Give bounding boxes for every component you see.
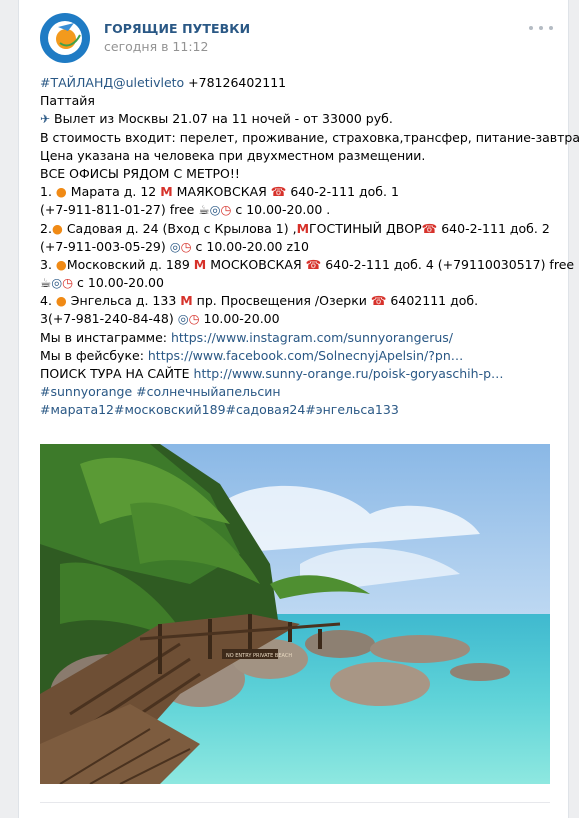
orange-logo-icon [41, 14, 89, 62]
more-options-button[interactable] [529, 20, 553, 36]
text-line: Мы в фейсбуке: https://www.facebook.com/… [40, 347, 560, 365]
dot-icon [549, 26, 553, 30]
facebook-link[interactable]: https://www.facebook.com/SolnecnyjApelsi… [148, 348, 463, 363]
group-name[interactable]: ГОРЯЩИЕ ПУТЕВКИ [104, 21, 250, 36]
text-fragment: Мы в фейсбуке: [40, 347, 148, 363]
text-line: (+7-911-811-01-27) free ☕◎◷ с 10.00-20.0… [40, 201, 560, 219]
text-fragment: Вылет из Москвы 21.07 на 11 ночей - от 3… [50, 111, 393, 127]
post-time[interactable]: сегодня в 11:12 [104, 39, 208, 54]
dot-icon [539, 26, 543, 30]
wifi-icon: ◎ [209, 202, 221, 218]
clock-icon: ◷ [180, 238, 192, 254]
phone-icon: ☎ [421, 220, 438, 236]
wifi-icon: ◎ [51, 275, 63, 291]
post-card: ГОРЯЩИЕ ПУТЕВКИ сегодня в 11:12 #ТАЙЛАНД… [18, 0, 579, 818]
text-fragment: 640-2-111 доб. 4 (+79110030517) free [321, 256, 575, 272]
metro-icon: M [193, 256, 207, 272]
clock-icon: ◷ [220, 202, 232, 218]
hashtag-link[interactable]: #ТАЙЛАНД@uletivleto [40, 75, 184, 90]
text-fragment: Московский д. 189 [66, 256, 194, 272]
wifi-icon: ◎ [177, 311, 189, 327]
text-line: 3(+7-981-240-84-48) ◎◷ 10.00-20.00 [40, 310, 560, 328]
text-line: Мы в инстаграмме: https://www.instagram.… [40, 329, 560, 347]
text-fragment: 640-2-111 доб. 2 [437, 220, 550, 236]
text-fragment: МОСКОВСКАЯ [206, 256, 306, 272]
coffee-icon: ☕ [40, 275, 52, 291]
metro-icon: M [180, 293, 193, 309]
text-fragment: 10.00-20.00 [199, 311, 280, 327]
text-fragment: 3. [40, 256, 56, 272]
text-fragment: ГОСТИНЫЙ ДВОР [309, 220, 422, 236]
text-line: Паттайя [40, 93, 95, 109]
text-fragment: Энгельса д. 133 [66, 293, 181, 309]
phone-text: +78126402111 [184, 75, 287, 90]
text-line: ☕◎◷ с 10.00-20.00 [40, 274, 560, 292]
phone-icon: ☎ [270, 184, 287, 200]
text-fragment: Марата д. 12 [66, 184, 161, 200]
text-fragment: ПОИСК ТУРА НА САЙТЕ [40, 366, 194, 381]
text-fragment: (+7-911-003-05-29) [40, 238, 170, 254]
text-fragment: 2. [40, 220, 52, 236]
text-line: ПОИСК ТУРА НА САЙТЕ http://www.sunny-ora… [40, 365, 560, 383]
text-fragment: 6402111 доб. [386, 293, 479, 309]
orange-icon: ● [51, 220, 63, 236]
text-fragment: с 10.00-20.00 . [231, 202, 331, 218]
metro-icon: M [160, 184, 173, 200]
text-fragment: с 10.00-20.00 z10 [191, 238, 309, 254]
instagram-link[interactable]: https://www.instagram.com/sunnyorangerus… [171, 330, 453, 345]
airplane-icon: ✈ [40, 112, 51, 127]
post-divider [40, 802, 550, 803]
group-avatar[interactable] [40, 13, 90, 63]
phone-icon: ☎ [305, 256, 322, 272]
text-fragment: Садовая д. 24 (Вход с Крылова 1) , [62, 220, 297, 236]
beach-photo-image: NO ENTRY PRIVATE BEACH [40, 444, 550, 784]
dot-icon [529, 26, 533, 30]
text-line: Цена указана на человека при двухместном… [40, 147, 426, 163]
text-fragment: 640-2-111 доб. 1 [286, 184, 399, 200]
text-fragment: 3(+7-981-240-84-48) [40, 311, 178, 327]
orange-icon: ● [55, 256, 67, 272]
post-text: #ТАЙЛАНД@uletivleto +78126402111 Паттайя… [40, 74, 579, 420]
coffee-icon: ☕ [198, 202, 210, 218]
orange-icon: ● [55, 293, 67, 309]
phone-icon: ☎ [370, 293, 387, 309]
text-fragment: 4. [40, 293, 56, 309]
text-line: ✈ Вылет из Москвы 21.07 на 11 ночей - от… [40, 110, 560, 128]
text-fragment: пр. Просвещения /Озерки [192, 293, 371, 309]
post-photo[interactable]: NO ENTRY PRIVATE BEACH [40, 444, 550, 784]
text-line: 4. ● Энгельса д. 133 M пр. Просвещения /… [40, 292, 560, 310]
text-line: В стоимость входит: перелет, проживание,… [40, 129, 579, 145]
sign-text: NO ENTRY PRIVATE BEACH [226, 653, 292, 659]
site-link[interactable]: http://www.sunny-orange.ru/poisk-goryasc… [194, 366, 504, 381]
text-line: 1. ● Марата д. 12 M МАЯКОВСКАЯ ☎ 640-2-1… [40, 183, 560, 201]
metro-icon: M [296, 220, 310, 236]
hashtags-line[interactable]: #марата12#московский189#садовая24#энгель… [40, 401, 560, 419]
text-line: 3. ●Московский д. 189 M МОСКОВСКАЯ ☎ 640… [40, 256, 574, 274]
clock-icon: ◷ [188, 311, 200, 327]
text-fragment: с 10.00-20.00 [73, 275, 164, 291]
clock-icon: ◷ [62, 275, 74, 291]
text-line: (+7-911-003-05-29) ◎◷ с 10.00-20.00 z10 [40, 238, 560, 256]
text-line: #ТАЙЛАНД@uletivleto +78126402111 [40, 74, 560, 92]
text-fragment: (+7-911-811-01-27) free [40, 202, 199, 218]
text-line: 2.● Садовая д. 24 (Вход с Крылова 1) ,MГ… [40, 220, 560, 238]
text-fragment: Мы в инстаграмме: [40, 329, 171, 345]
orange-icon: ● [55, 184, 67, 200]
wifi-icon: ◎ [169, 238, 181, 254]
text-fragment: 1. [40, 184, 56, 200]
text-fragment: МАЯКОВСКАЯ [172, 184, 271, 200]
text-line: ВСЕ ОФИСЫ РЯДОМ С МЕТРО!! [40, 165, 240, 181]
hashtags-line[interactable]: #sunnyorange #солнечныйапельсин [40, 383, 560, 401]
